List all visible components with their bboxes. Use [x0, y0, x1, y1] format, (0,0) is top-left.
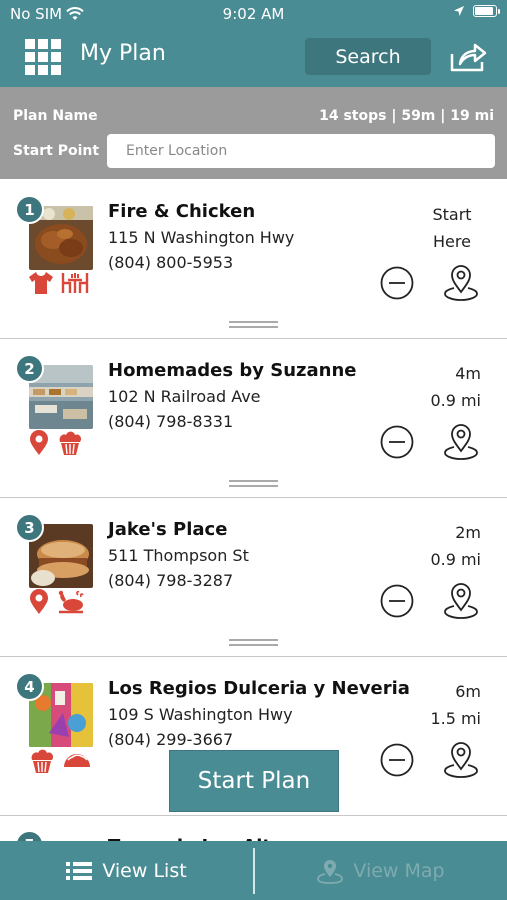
plan-name-label: Plan Name	[13, 108, 98, 124]
stop-travel-info: 2m 0.9 mi	[391, 519, 481, 573]
bottom-tab-bar: View List View Map	[0, 841, 507, 900]
stop-item[interactable]: 1 Fire & Chicken 115 N Washington Hwy (8…	[0, 180, 507, 339]
stop-distance: Here	[433, 232, 471, 251]
remove-stop-icon[interactable]	[380, 743, 414, 777]
tab-view-list-label: View List	[102, 859, 187, 882]
stop-phone[interactable]: (804) 800-5953	[108, 253, 233, 272]
stop-item[interactable]: 3 Jake's Place 511 Thompson St (804) 798…	[0, 498, 507, 657]
roast-turkey-icon	[58, 590, 84, 614]
stop-name[interactable]: Fire & Chicken	[108, 201, 255, 222]
stop-number-badge: 3	[15, 513, 44, 542]
stop-address: 109 S Washington Hwy	[108, 705, 293, 724]
stop-phone[interactable]: (804) 299-3667	[108, 730, 233, 749]
map-pin-icon[interactable]	[443, 423, 479, 461]
stop-address: 511 Thompson St	[108, 546, 249, 565]
stop-travel-time: 2m	[455, 523, 481, 542]
dining-icon	[61, 273, 89, 293]
category-icons	[28, 748, 92, 774]
remove-stop-icon[interactable]	[380, 266, 414, 300]
plan-summary: 14 stops | 59m | 19 mi	[319, 108, 494, 124]
stop-number-badge: 2	[15, 354, 44, 383]
location-pin-icon	[30, 589, 48, 614]
map-pin-icon[interactable]	[443, 741, 479, 779]
cupcake-icon	[59, 431, 82, 455]
shirt-icon	[29, 272, 53, 294]
start-plan-button[interactable]: Start Plan	[169, 750, 339, 812]
start-location-input[interactable]	[107, 134, 495, 168]
page-title: My Plan	[80, 41, 166, 66]
stop-name[interactable]: Jake's Place	[108, 519, 227, 540]
location-pin-icon	[30, 430, 48, 455]
cupcake-icon	[31, 749, 54, 773]
remove-stop-icon[interactable]	[380, 425, 414, 459]
map-pin-icon[interactable]	[443, 264, 479, 302]
search-button[interactable]: Search	[305, 38, 431, 75]
category-icons	[28, 430, 84, 456]
stop-travel-time: Start	[432, 205, 472, 224]
map-pin-icon[interactable]	[443, 582, 479, 620]
drag-handle[interactable]	[229, 639, 278, 646]
stop-travel-info: 4m 0.9 mi	[391, 360, 481, 414]
grid-menu-icon[interactable]	[25, 39, 61, 75]
category-icons	[28, 589, 86, 615]
start-point-label: Start Point	[13, 143, 100, 159]
list-icon	[66, 861, 93, 880]
stop-distance: 0.9 mi	[430, 391, 481, 410]
remove-stop-icon[interactable]	[380, 584, 414, 618]
stop-number-badge: 1	[15, 195, 44, 224]
stop-distance: 1.5 mi	[430, 709, 481, 728]
category-icons	[28, 271, 90, 295]
stop-number-badge: 4	[15, 672, 44, 701]
map-marker-icon	[317, 859, 344, 884]
drag-handle[interactable]	[229, 480, 278, 487]
stop-travel-time: 4m	[455, 364, 481, 383]
stop-address: 102 N Railroad Ave	[108, 387, 261, 406]
tab-view-map-label: View Map	[353, 859, 445, 882]
taco-icon	[64, 754, 90, 767]
stop-phone[interactable]: (804) 798-8331	[108, 412, 233, 431]
clock: 9:02 AM	[222, 5, 285, 23]
battery-icon	[473, 5, 500, 17]
share-icon[interactable]	[448, 40, 488, 74]
status-bar: No SIM 9:02 AM	[0, 0, 507, 28]
tab-view-list[interactable]: View List	[0, 841, 253, 900]
app-header: My Plan Search	[0, 28, 507, 87]
location-arrow-icon	[454, 6, 464, 16]
stop-distance: 0.9 mi	[430, 550, 481, 569]
tab-view-map[interactable]: View Map	[255, 841, 507, 900]
stop-item[interactable]: 2 Homemades by Suzanne 102 N Railroad Av…	[0, 339, 507, 498]
stop-name[interactable]: Homemades by Suzanne	[108, 360, 357, 381]
stop-phone[interactable]: (804) 798-3287	[108, 571, 233, 590]
plan-info-bar: Plan Name 14 stops | 59m | 19 mi Start P…	[0, 87, 507, 179]
stop-travel-time: 6m	[455, 682, 481, 701]
stop-address: 115 N Washington Hwy	[108, 228, 295, 247]
stop-travel-info: Start Here	[407, 201, 497, 255]
drag-handle[interactable]	[229, 321, 278, 328]
stop-travel-info: 6m 1.5 mi	[391, 678, 481, 732]
stop-name[interactable]: Los Regios Dulceria y Neveria	[108, 678, 410, 699]
